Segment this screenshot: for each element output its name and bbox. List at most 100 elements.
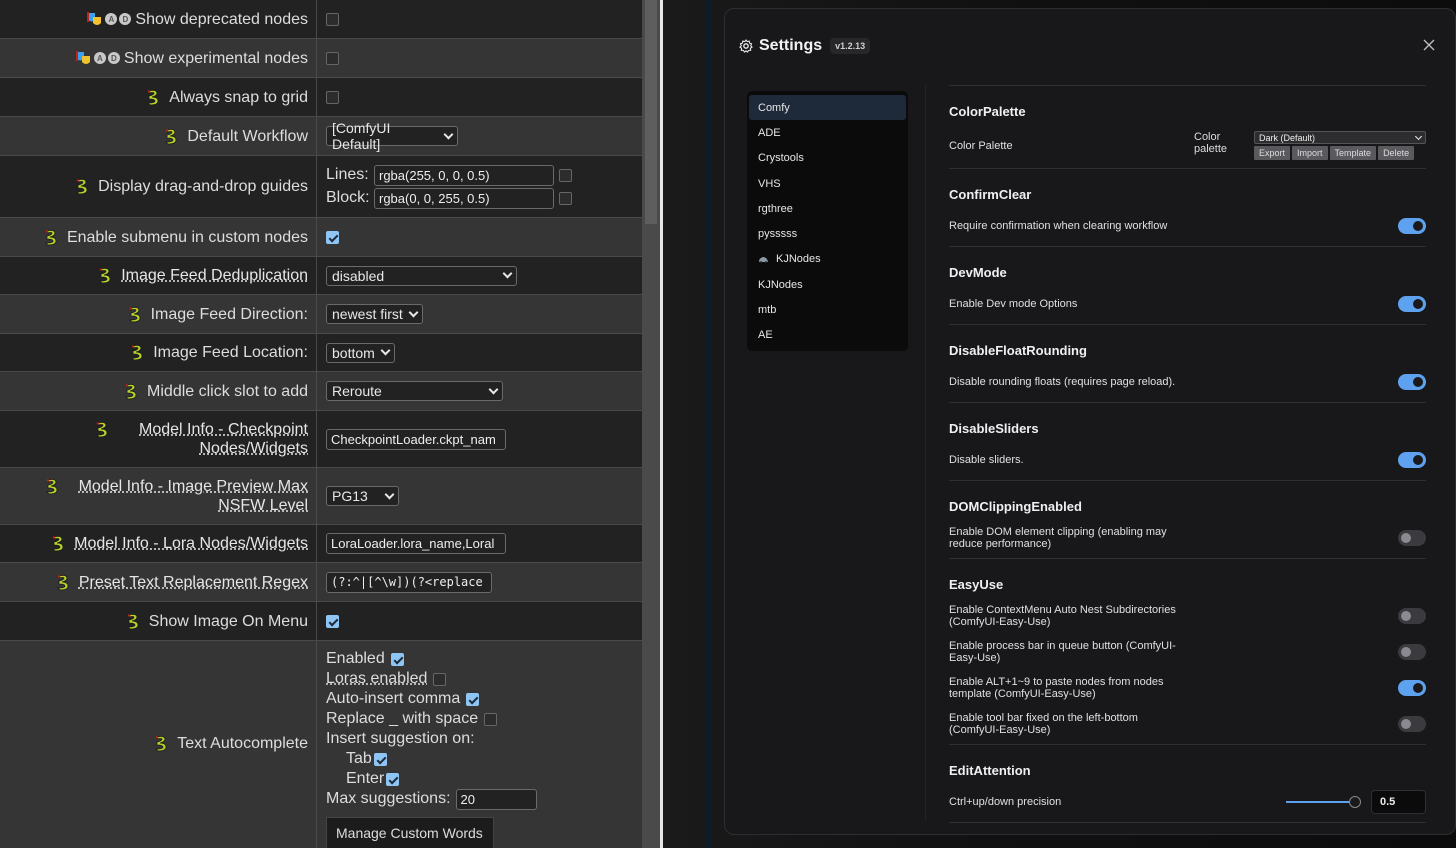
snap-grid-checkbox[interactable] xyxy=(326,90,339,104)
nsfw-level-select[interactable]: PG13 xyxy=(326,486,399,506)
disable-sliders-toggle[interactable] xyxy=(1398,452,1426,468)
pysssss-snake-icon xyxy=(44,229,57,245)
setting-label: Show deprecated nodes xyxy=(135,10,308,28)
lines-checkbox[interactable] xyxy=(559,168,572,182)
auto-nest-toggle[interactable] xyxy=(1398,608,1426,624)
section-dom-clipping: DOMClippingEnabled Enable DOM element cl… xyxy=(949,499,1426,550)
export-palette-button[interactable]: Export xyxy=(1254,146,1291,160)
lora-widgets-input[interactable]: LoraLoader.lora_name,Loral xyxy=(326,533,506,554)
pysssss-snake-icon xyxy=(56,574,69,590)
setting-label: Model Info - Image Preview Max NSFW Leve… xyxy=(78,478,308,514)
chevron-down-icon xyxy=(1414,132,1423,140)
section-title: ColorPalette xyxy=(949,104,1026,119)
setting-row-snap-grid: Always snap to grid xyxy=(0,78,642,117)
setting-label: Image Feed Direction: xyxy=(150,305,308,323)
process-bar-toggle[interactable] xyxy=(1398,644,1426,660)
section-float-rounding: DisableFloatRounding Disable rounding fl… xyxy=(949,343,1426,394)
pysssss-snake-icon xyxy=(128,306,140,322)
section-title: ConfirmClear xyxy=(949,187,1032,202)
setting-row-model-info-checkpoint: Model Info - Checkpoint Nodes/Widgets Ch… xyxy=(0,411,642,468)
submenu-checkbox[interactable] xyxy=(326,230,339,244)
show-deprecated-checkbox[interactable] xyxy=(326,12,339,26)
autocomplete-enabled-checkbox[interactable] xyxy=(390,652,404,666)
nav-item-rgthree[interactable]: rgthree xyxy=(749,196,906,221)
auto-insert-comma-checkbox[interactable] xyxy=(466,692,480,706)
image-feed-direction-select[interactable]: newest first xyxy=(326,304,423,324)
loras-enabled-checkbox[interactable] xyxy=(433,672,447,686)
nav-item-ade[interactable]: ADE xyxy=(749,120,906,145)
nav-item-kjnodes-car[interactable]: KJNodes xyxy=(749,247,906,272)
replace-underscore-checkbox[interactable] xyxy=(484,712,498,726)
nav-item-ae[interactable]: AE xyxy=(749,323,906,348)
max-suggestions-input[interactable]: 20 xyxy=(455,788,537,810)
section-easy-use: EasyUse Enable ContextMenu Auto Nest Sub… xyxy=(949,577,1426,736)
section-disable-sliders: DisableSliders Disable sliders. xyxy=(949,421,1426,472)
nav-item-mtb[interactable]: mtb xyxy=(749,297,906,322)
preset-regex-input[interactable]: (?:^|[^\w])(?<replace xyxy=(326,571,492,593)
settings-category-nav: Comfy ADE Crystools VHS rgthree pysssss … xyxy=(747,91,908,351)
insert-on-tab-checkbox[interactable] xyxy=(373,752,387,766)
lines-color-input[interactable]: rgba(255, 0, 0, 0.5) xyxy=(374,164,554,186)
left-scrollbar-thumb[interactable] xyxy=(645,0,657,224)
setting-label: Image Feed Location: xyxy=(153,344,308,361)
dom-clipping-toggle[interactable] xyxy=(1398,530,1426,546)
precision-slider[interactable] xyxy=(1286,795,1361,809)
default-workflow-select[interactable]: [ComfyUI Default] xyxy=(326,120,458,152)
setting-row-submenu: Enable submenu in custom nodes xyxy=(0,218,642,257)
pysssss-snake-icon xyxy=(147,89,159,105)
setting-row-image-feed-location: Image Feed Location: bottom xyxy=(0,334,642,372)
dialog-title: Settings xyxy=(759,37,823,54)
insert-on-enter-checkbox[interactable] xyxy=(386,772,400,786)
nav-divider xyxy=(925,85,926,820)
chevron-down-icon xyxy=(380,345,391,356)
checkpoint-widgets-input[interactable]: CheckpointLoader.ckpt_nam xyxy=(326,428,506,450)
slider-thumb[interactable] xyxy=(1349,796,1361,808)
show-experimental-checkbox[interactable] xyxy=(326,51,339,65)
delete-palette-button[interactable]: Delete xyxy=(1378,146,1415,160)
pysssss-snake-icon xyxy=(96,421,108,438)
setting-label: Model Info - Checkpoint Nodes/Widgets xyxy=(139,421,308,457)
alt-paste-toggle[interactable] xyxy=(1398,680,1426,696)
nav-item-pysssss[interactable]: pysssss xyxy=(749,221,906,246)
chevron-down-icon xyxy=(408,307,419,317)
block-checkbox[interactable] xyxy=(559,191,572,205)
nav-item-comfy[interactable]: Comfy xyxy=(749,95,906,121)
middle-click-select[interactable]: Reroute xyxy=(326,381,503,401)
section-title: DOMClippingEnabled xyxy=(949,499,1082,514)
image-feed-dedup-select[interactable]: disabled xyxy=(326,265,517,286)
image-feed-location-select[interactable]: bottom xyxy=(326,342,395,363)
setting-row-preset-regex: Preset Text Replacement Regex (?:^|[^\w]… xyxy=(0,563,642,602)
pysssss-snake-icon xyxy=(155,735,167,752)
pysssss-snake-icon xyxy=(125,383,137,399)
section-edit-attention: EditAttention Ctrl+up/down precision 0.5 xyxy=(949,763,1426,814)
chevron-down-icon xyxy=(443,129,454,139)
section-title: DisableSliders xyxy=(949,421,1039,436)
section-color-palette: ColorPalette Color Palette Color palette… xyxy=(949,104,1426,160)
toolbar-fixed-toggle[interactable] xyxy=(1398,716,1426,732)
pysssss-snake-icon xyxy=(52,535,64,552)
precision-input[interactable]: 0.5 xyxy=(1371,790,1426,814)
section-title: DevMode xyxy=(949,265,1007,280)
confirm-clear-toggle[interactable] xyxy=(1398,218,1426,234)
import-palette-button[interactable]: Import xyxy=(1292,146,1328,160)
manage-custom-words-button[interactable]: Manage Custom Words xyxy=(326,817,494,848)
show-image-menu-checkbox[interactable] xyxy=(326,614,339,628)
setting-label: Default Workflow xyxy=(187,127,308,145)
nav-item-vhs[interactable]: VHS xyxy=(749,171,906,196)
block-color-input[interactable]: rgba(0, 0, 255, 0.5) xyxy=(374,187,554,209)
pysssss-snake-icon xyxy=(165,128,177,144)
lines-label: Lines: xyxy=(326,166,369,183)
close-icon[interactable] xyxy=(1423,39,1435,51)
section-title: DisableFloatRounding xyxy=(949,343,1087,358)
nav-item-crystools[interactable]: Crystools xyxy=(749,146,906,171)
float-rounding-toggle[interactable] xyxy=(1398,374,1426,390)
color-palette-select[interactable]: Dark (Default) xyxy=(1254,131,1426,144)
nav-item-kjnodes[interactable]: KJNodes xyxy=(749,272,906,297)
template-palette-button[interactable]: Template xyxy=(1329,146,1377,160)
comfy-masks-icon: AD xyxy=(75,50,120,66)
setting-row-show-image-menu: Show Image On Menu xyxy=(0,602,642,641)
pysssss-snake-icon xyxy=(131,344,143,361)
setting-row-middle-click: Middle click slot to add Reroute xyxy=(0,372,642,411)
section-title: EditAttention xyxy=(949,763,1031,778)
dev-mode-toggle[interactable] xyxy=(1398,296,1426,312)
